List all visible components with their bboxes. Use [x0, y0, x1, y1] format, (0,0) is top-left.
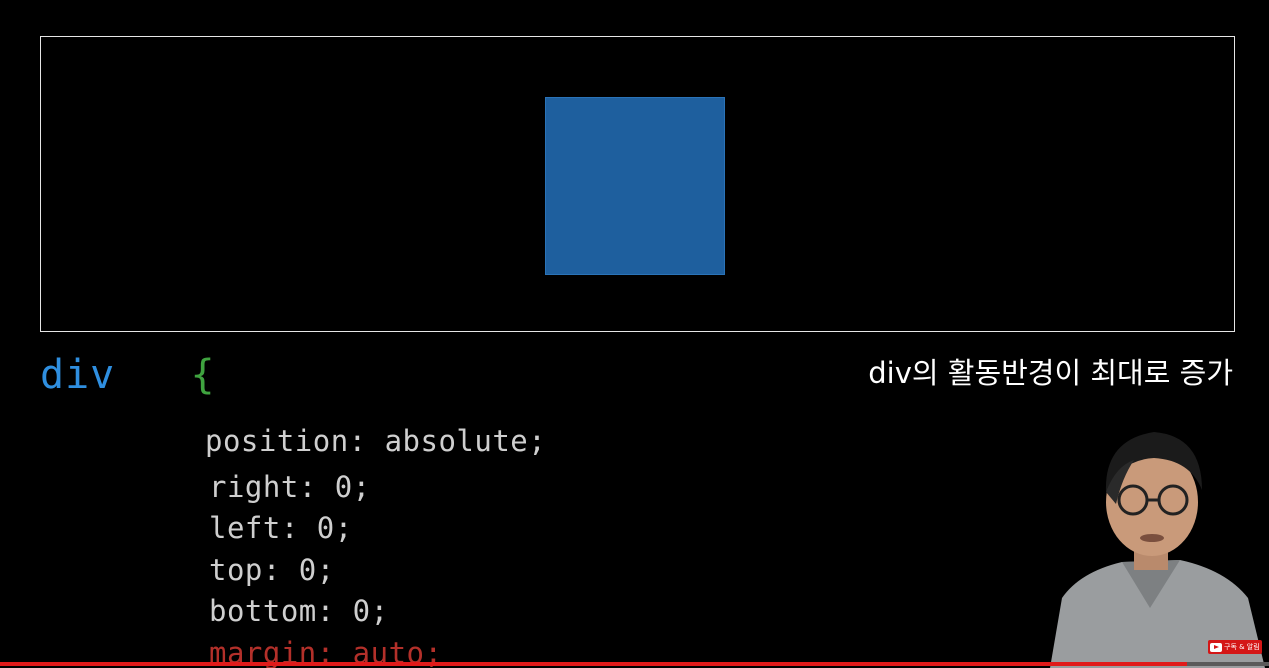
presenter-video	[1050, 432, 1265, 668]
code-line-top: top: 0;	[209, 553, 335, 587]
video-progress-fill	[0, 662, 1187, 666]
slide-caption: div의 활동반경이 최대로 증가	[868, 356, 1233, 390]
code-line-position: position: absolute;	[205, 424, 547, 458]
code-line-right: right: 0;	[209, 470, 371, 504]
css-selector-line: div {	[40, 352, 216, 398]
open-brace: {	[190, 352, 216, 398]
video-frame[interactable]: div { div의 활동반경이 최대로 증가 position: absolu…	[0, 0, 1269, 668]
subscribe-badge-label: 구독 & 알림	[1224, 643, 1260, 651]
youtube-play-icon	[1210, 642, 1222, 652]
video-progress-bar[interactable]	[0, 662, 1269, 666]
preview-container	[40, 36, 1235, 332]
centered-div-square	[545, 97, 725, 275]
code-line-left: left: 0;	[209, 511, 353, 545]
css-selector: div	[40, 352, 116, 398]
code-line-bottom: bottom: 0;	[209, 594, 389, 628]
subscribe-badge[interactable]: 구독 & 알림	[1208, 640, 1262, 654]
